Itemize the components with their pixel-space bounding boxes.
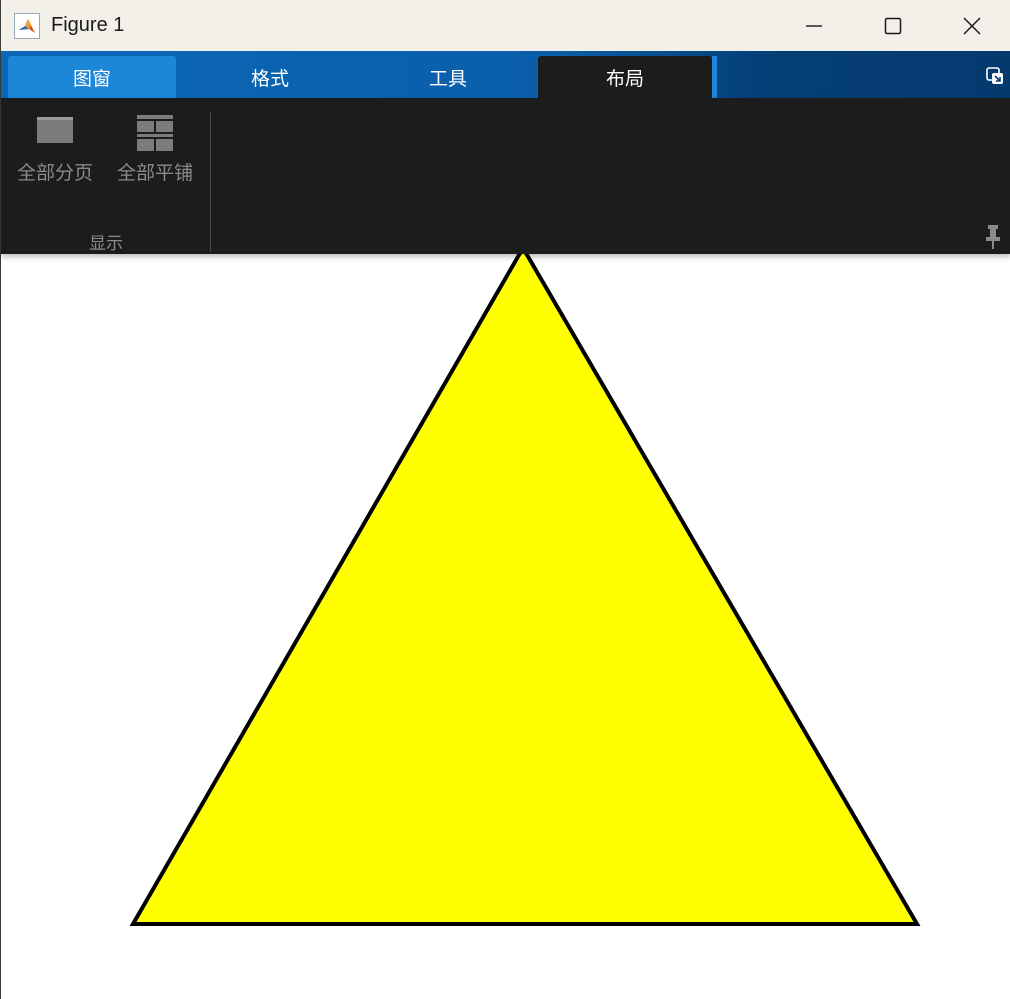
title-bar: Figure 1 bbox=[1, 0, 1010, 51]
triangle-patch bbox=[129, 244, 921, 926]
tab-figure[interactable]: 图窗 bbox=[8, 56, 176, 98]
group-label-display: 显示 bbox=[89, 234, 123, 254]
tile-all-label: 全部平铺 bbox=[116, 162, 193, 184]
close-icon bbox=[962, 16, 981, 35]
undock-icon bbox=[986, 67, 1003, 84]
toolstrip-tabs: 图窗 格式 工具 布局 bbox=[1, 51, 1010, 98]
close-button[interactable] bbox=[932, 0, 1010, 51]
window-title: Figure 1 bbox=[51, 14, 125, 36]
tab-tools[interactable]: 工具 bbox=[359, 56, 537, 98]
tab-layout[interactable]: 布局 bbox=[538, 56, 712, 98]
minimize-icon bbox=[805, 24, 822, 27]
pin-icon bbox=[986, 225, 1000, 249]
tab-all-icon bbox=[37, 117, 73, 143]
tab-all-label: 全部分页 bbox=[16, 162, 93, 184]
group-divider bbox=[210, 112, 211, 252]
matlab-logo-icon bbox=[14, 12, 40, 39]
minimize-button[interactable] bbox=[774, 0, 853, 51]
figure-svg bbox=[129, 244, 921, 926]
tile-all-button[interactable]: 全部平铺 bbox=[110, 114, 200, 196]
tab-format[interactable]: 格式 bbox=[181, 56, 359, 98]
tile-all-icon bbox=[137, 115, 173, 151]
tab-edge bbox=[712, 56, 717, 98]
tab-all-button[interactable]: 全部分页 bbox=[10, 114, 100, 196]
pin-toolstrip-button[interactable] bbox=[985, 224, 1001, 250]
window-controls bbox=[774, 0, 1010, 51]
undock-button[interactable] bbox=[985, 66, 1005, 86]
maximize-button[interactable] bbox=[853, 0, 932, 51]
figure-canvas bbox=[1, 244, 1010, 999]
maximize-icon bbox=[884, 17, 901, 34]
toolstrip-ribbon: 全部分页 全部平铺 显示 bbox=[1, 98, 1010, 254]
figure-window: Figure 1 图窗 格式 工具 布局 全部分页 全部平铺 显示 bbox=[0, 0, 1010, 999]
